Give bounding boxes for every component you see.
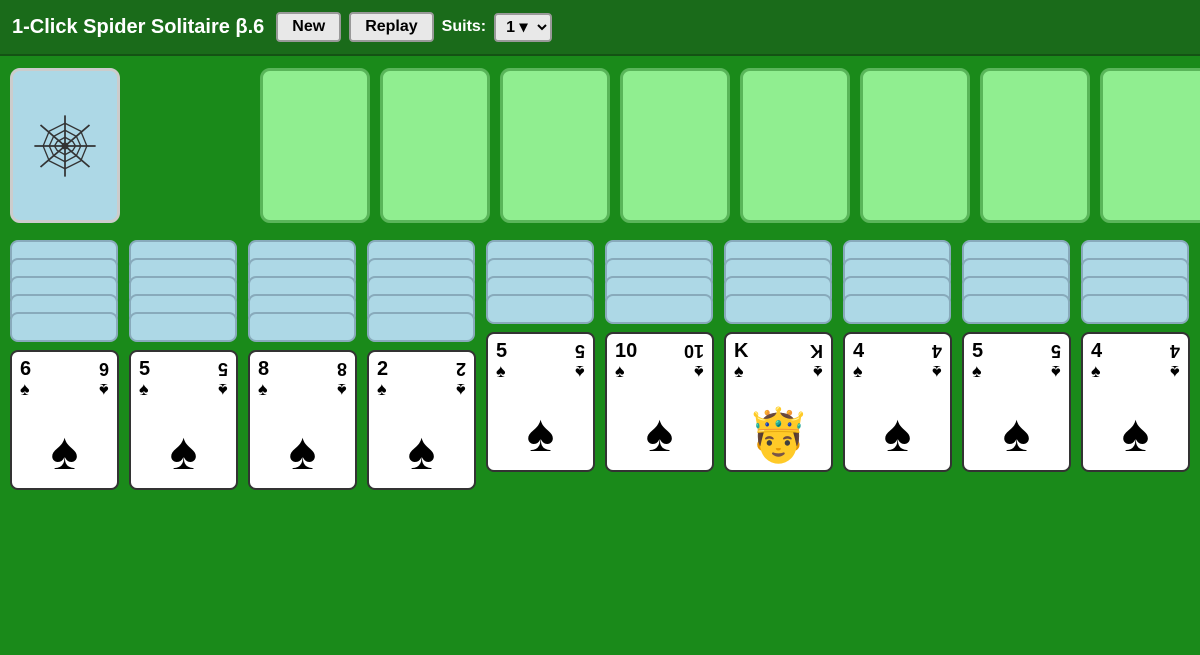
card-center-suit: ♠	[646, 408, 674, 460]
column-2: 8 ♠ 8 ♠ ♠	[248, 240, 357, 490]
face-down-card	[248, 312, 356, 342]
fd-stack-0	[10, 240, 119, 346]
fd-stack-5	[605, 240, 714, 328]
card-suit-top: ♠	[377, 380, 387, 400]
card-rank-right: 5 ♠	[218, 358, 228, 400]
card-suit-top: ♠	[972, 362, 982, 382]
foundation-4[interactable]	[740, 68, 850, 223]
card-rank-right: 10 ♠	[684, 340, 704, 382]
fd-stack-1	[129, 240, 238, 346]
face-down-card	[1081, 294, 1189, 324]
column-9: 4 ♠ 4 ♠ ♠	[1081, 240, 1190, 472]
card-rank: 4	[1091, 340, 1102, 362]
column-5: 10 ♠ 10 ♠ ♠	[605, 240, 714, 472]
foundation-0[interactable]	[260, 68, 370, 223]
fd-stack-7	[843, 240, 952, 328]
card-rank-right: K ♠	[810, 340, 823, 382]
new-button[interactable]: New	[276, 12, 341, 42]
fd-stack-6	[724, 240, 833, 328]
card-rank-right: 4 ♠	[1170, 340, 1180, 382]
face-up-card[interactable]: 4 ♠ 4 ♠ ♠	[843, 332, 952, 472]
card-center-suit: ♠	[527, 408, 555, 460]
card-rank: 4	[853, 340, 864, 362]
card-center-suit: ♠	[408, 426, 436, 478]
card-suit-top: ♠	[853, 362, 863, 382]
card-suit-top: ♠	[734, 362, 744, 382]
card-rank-right: 5 ♠	[1051, 340, 1061, 382]
card-rank-right: 2 ♠	[456, 358, 466, 400]
card-suit-top: ♠	[258, 380, 268, 400]
face-down-card	[724, 294, 832, 324]
face-up-card[interactable]: 10 ♠ 10 ♠ ♠	[605, 332, 714, 472]
card-rank: 6	[20, 358, 31, 380]
card-rank: 5	[972, 340, 983, 362]
card-suit-top: ♠	[496, 362, 506, 382]
card-rank: 10	[615, 340, 637, 362]
card-center-suit: ♠	[289, 426, 317, 478]
card-rank-right: 6 ♠	[99, 358, 109, 400]
top-row	[10, 68, 1190, 228]
face-down-card	[367, 312, 475, 342]
card-center-suit: ♠	[51, 426, 79, 478]
card-center-suit: ♠	[884, 408, 912, 460]
card-suit-top: ♠	[615, 362, 625, 382]
column-4: 5 ♠ 5 ♠ ♠	[486, 240, 595, 472]
suits-select[interactable]: 1 ▾ 2 4	[494, 13, 552, 42]
face-down-card	[843, 294, 951, 324]
fd-stack-4	[486, 240, 595, 328]
card-rank: 5	[139, 358, 150, 380]
face-down-card	[962, 294, 1070, 324]
card-center-suit: ♠	[170, 426, 198, 478]
column-3: 2 ♠ 2 ♠ ♠	[367, 240, 476, 490]
card-rank-right: 8 ♠	[337, 358, 347, 400]
card-center-suit: ♠	[1122, 408, 1150, 460]
fd-stack-8	[962, 240, 1071, 328]
foundation-5[interactable]	[860, 68, 970, 223]
face-down-card	[10, 312, 118, 342]
game-title: 1-Click Spider Solitaire β.6	[12, 16, 264, 39]
card-rank: 8	[258, 358, 269, 380]
foundation-2[interactable]	[500, 68, 610, 223]
card-rank-right: 5 ♠	[575, 340, 585, 382]
face-up-card[interactable]: K ♠ K ♠ 🤴	[724, 332, 833, 472]
game-area: 6 ♠ 6 ♠ ♠ 5 ♠	[0, 56, 1200, 655]
face-down-card	[129, 312, 237, 342]
foundation-3[interactable]	[620, 68, 730, 223]
card-rank: K	[734, 340, 748, 362]
face-down-card	[605, 294, 713, 324]
card-rank: 2	[377, 358, 388, 380]
column-0: 6 ♠ 6 ♠ ♠	[10, 240, 119, 490]
face-up-card[interactable]: 2 ♠ 2 ♠ ♠	[367, 350, 476, 490]
face-up-card[interactable]: 8 ♠ 8 ♠ ♠	[248, 350, 357, 490]
card-center-suit: ♠	[1003, 408, 1031, 460]
foundation-7[interactable]	[1100, 68, 1200, 223]
fd-stack-3	[367, 240, 476, 346]
king-emoji: 🤴	[746, 410, 811, 462]
foundation-6[interactable]	[980, 68, 1090, 223]
face-up-card[interactable]: 5 ♠ 5 ♠ ♠	[129, 350, 238, 490]
tableau: 6 ♠ 6 ♠ ♠ 5 ♠	[10, 240, 1190, 490]
column-1: 5 ♠ 5 ♠ ♠	[129, 240, 238, 490]
suits-label: Suits:	[442, 18, 486, 36]
replay-button[interactable]: Replay	[349, 12, 433, 42]
column-8: 5 ♠ 5 ♠ ♠	[962, 240, 1071, 472]
card-rank: 5	[496, 340, 507, 362]
card-suit-top: ♠	[20, 380, 30, 400]
card-suit-top: ♠	[139, 380, 149, 400]
fd-stack-9	[1081, 240, 1190, 328]
face-up-card[interactable]: 5 ♠ 5 ♠ ♠	[962, 332, 1071, 472]
face-up-card[interactable]: 4 ♠ 4 ♠ ♠	[1081, 332, 1190, 472]
face-down-card	[486, 294, 594, 324]
card-rank-right: 4 ♠	[932, 340, 942, 382]
foundation-1[interactable]	[380, 68, 490, 223]
face-up-card[interactable]: 5 ♠ 5 ♠ ♠	[486, 332, 595, 472]
stock-pile[interactable]	[10, 68, 120, 223]
fd-stack-2	[248, 240, 357, 346]
face-up-card[interactable]: 6 ♠ 6 ♠ ♠	[10, 350, 119, 490]
card-suit-top: ♠	[1091, 362, 1101, 382]
column-6: K ♠ K ♠ 🤴	[724, 240, 833, 472]
column-7: 4 ♠ 4 ♠ ♠	[843, 240, 952, 472]
